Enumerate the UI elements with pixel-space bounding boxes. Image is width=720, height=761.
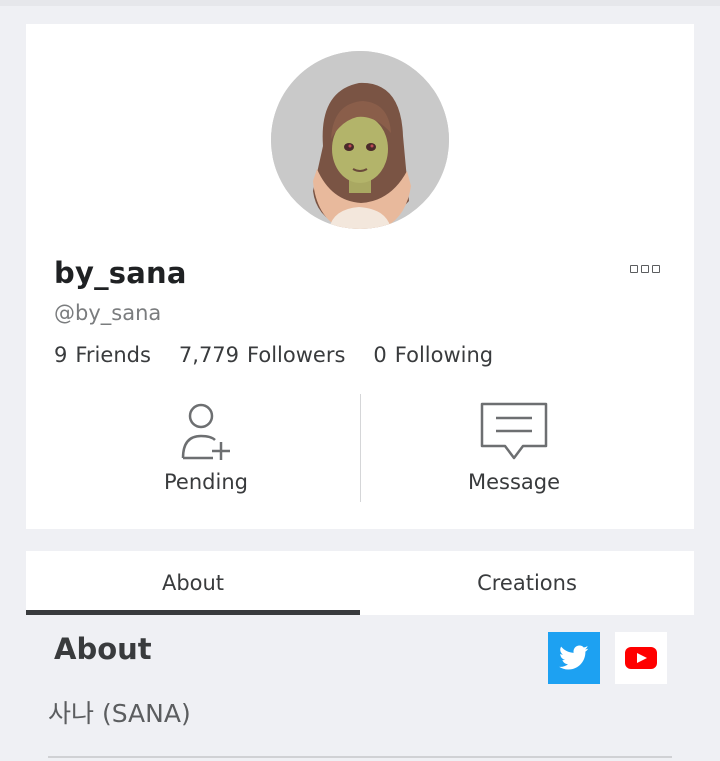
following-label: Following bbox=[394, 343, 494, 367]
avatar-image bbox=[271, 51, 449, 229]
followers-stat[interactable]: 7,779 Followers bbox=[179, 343, 346, 367]
actions-divider bbox=[360, 394, 361, 502]
twitter-icon bbox=[559, 645, 589, 670]
more-options-button[interactable] bbox=[630, 263, 664, 275]
friends-stat[interactable]: 9 Friends bbox=[54, 343, 151, 367]
top-strip bbox=[0, 0, 720, 6]
tab-about[interactable]: About bbox=[26, 551, 360, 615]
section-divider bbox=[48, 756, 672, 758]
profile-tabs: About Creations bbox=[26, 551, 694, 615]
profile-card: by_sana @by_sana 9 Friends 7,779 Followe… bbox=[26, 24, 694, 529]
message-label: Message bbox=[467, 470, 561, 494]
youtube-link[interactable] bbox=[615, 632, 667, 684]
avatar[interactable] bbox=[271, 51, 449, 229]
about-description: 사나 (SANA) bbox=[48, 699, 191, 728]
following-stat[interactable]: 0 Following bbox=[373, 343, 493, 367]
more-options-icon bbox=[630, 265, 638, 273]
following-count: 0 bbox=[373, 343, 387, 367]
friends-label: Friends bbox=[75, 343, 151, 367]
followers-count: 7,779 bbox=[178, 343, 240, 367]
pending-button[interactable]: Pending bbox=[96, 394, 316, 504]
about-heading: About bbox=[54, 632, 152, 666]
friends-count: 9 bbox=[54, 343, 68, 367]
followers-label: Followers bbox=[247, 343, 346, 367]
message-button[interactable]: Message bbox=[404, 394, 624, 504]
username: @by_sana bbox=[54, 301, 162, 325]
profile-stats: 9 Friends 7,779 Followers 0 Following bbox=[54, 343, 493, 367]
add-friend-icon bbox=[173, 394, 239, 464]
youtube-icon bbox=[625, 647, 657, 669]
display-name: by_sana bbox=[54, 256, 187, 290]
twitter-link[interactable] bbox=[548, 632, 600, 684]
tab-creations[interactable]: Creations bbox=[360, 551, 694, 615]
pending-label: Pending bbox=[164, 470, 248, 494]
message-icon bbox=[479, 394, 549, 464]
